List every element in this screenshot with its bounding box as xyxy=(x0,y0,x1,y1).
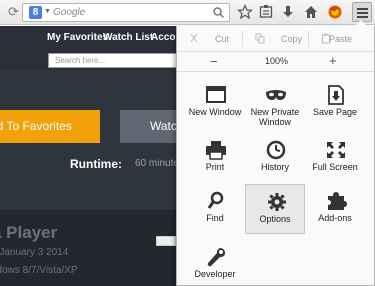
zoom-reset-button[interactable]: 100% xyxy=(265,56,288,66)
puzzle-icon xyxy=(328,192,347,210)
search-go-icon[interactable] xyxy=(212,6,225,19)
save-page-button[interactable]: Save Page xyxy=(305,78,365,128)
home-icon[interactable] xyxy=(303,4,319,20)
product-title: a Player xyxy=(0,223,58,242)
gear-icon xyxy=(268,193,286,211)
runtime-value: 60 minute xyxy=(135,158,179,169)
magnifier-icon xyxy=(207,191,224,209)
new-window-icon xyxy=(206,86,226,103)
paste-label: Paste xyxy=(329,34,353,44)
bookmark-star-icon[interactable] xyxy=(237,4,253,20)
full-screen-button[interactable]: Full Screen xyxy=(305,133,365,183)
wrench-icon xyxy=(207,248,225,267)
developer-button[interactable]: Developer xyxy=(185,240,245,286)
cut-label: Cut xyxy=(215,34,230,44)
full-screen-label: Full Screen xyxy=(312,162,358,172)
reading-list-icon[interactable] xyxy=(258,4,274,20)
developer-label: Developer xyxy=(194,269,236,279)
find-button[interactable]: Find xyxy=(185,184,245,234)
nav-my-favorites[interactable]: My Favorites xyxy=(47,32,108,43)
firefox-menu-panel: Cut Copy Paste − 100% + New Window New P… xyxy=(176,20,375,286)
print-button[interactable]: Print xyxy=(185,133,245,183)
cut-button[interactable]: Cut xyxy=(177,26,242,52)
reload-icon[interactable]: ⟳ xyxy=(8,5,22,19)
printer-icon xyxy=(206,141,226,160)
engine-dropdown-icon[interactable]: ▼ xyxy=(44,8,51,15)
options-button[interactable]: Options xyxy=(245,184,305,234)
clock-icon xyxy=(266,140,286,160)
full-screen-icon xyxy=(327,142,345,158)
zoom-out-button[interactable]: − xyxy=(210,54,218,69)
release-date: e January 3 2014 xyxy=(0,247,69,258)
copy-label: Copy xyxy=(281,34,303,44)
copy-button[interactable]: Copy xyxy=(243,26,308,52)
zoom-controls: − 100% + xyxy=(177,52,374,72)
supported-os: ndows 8/7/Vista/XP xyxy=(0,265,78,276)
download-icon[interactable] xyxy=(280,4,296,20)
edit-controls: Cut Copy Paste xyxy=(177,26,374,52)
add-to-favorites-button[interactable]: dd To Favorites xyxy=(0,110,100,143)
save-page-label: Save Page xyxy=(312,107,358,117)
new-private-window-button[interactable]: New Private Window xyxy=(245,78,305,128)
ad-choices-icon[interactable] xyxy=(156,236,176,246)
search-bar[interactable]: 8 ▼ Google xyxy=(22,3,230,22)
add-ons-label: Add-ons xyxy=(318,213,352,223)
add-ons-button[interactable]: Add-ons xyxy=(305,184,365,234)
save-page-icon xyxy=(328,85,344,105)
new-window-button[interactable]: New Window xyxy=(185,78,245,128)
site-search-input[interactable]: Search here... xyxy=(48,53,193,68)
history-button[interactable]: History xyxy=(245,133,305,183)
runtime-label: Runtime: xyxy=(70,157,122,171)
zoom-in-button[interactable]: + xyxy=(329,53,337,68)
browser-toolbar: ⟳ 8 ▼ Google xyxy=(0,0,375,25)
mask-icon xyxy=(266,90,286,100)
firefox-sync-icon[interactable] xyxy=(327,4,343,20)
scissors-icon xyxy=(190,33,198,43)
copy-icon xyxy=(255,33,265,44)
site-search-placeholder: Search here... xyxy=(55,56,106,65)
search-input[interactable]: Google xyxy=(53,7,85,18)
hamburger-menu-button[interactable] xyxy=(352,2,372,22)
paste-button[interactable]: Paste xyxy=(309,26,374,52)
google-engine-icon[interactable]: 8 xyxy=(29,6,42,19)
nav-watch-list[interactable]: Watch List xyxy=(103,32,153,43)
